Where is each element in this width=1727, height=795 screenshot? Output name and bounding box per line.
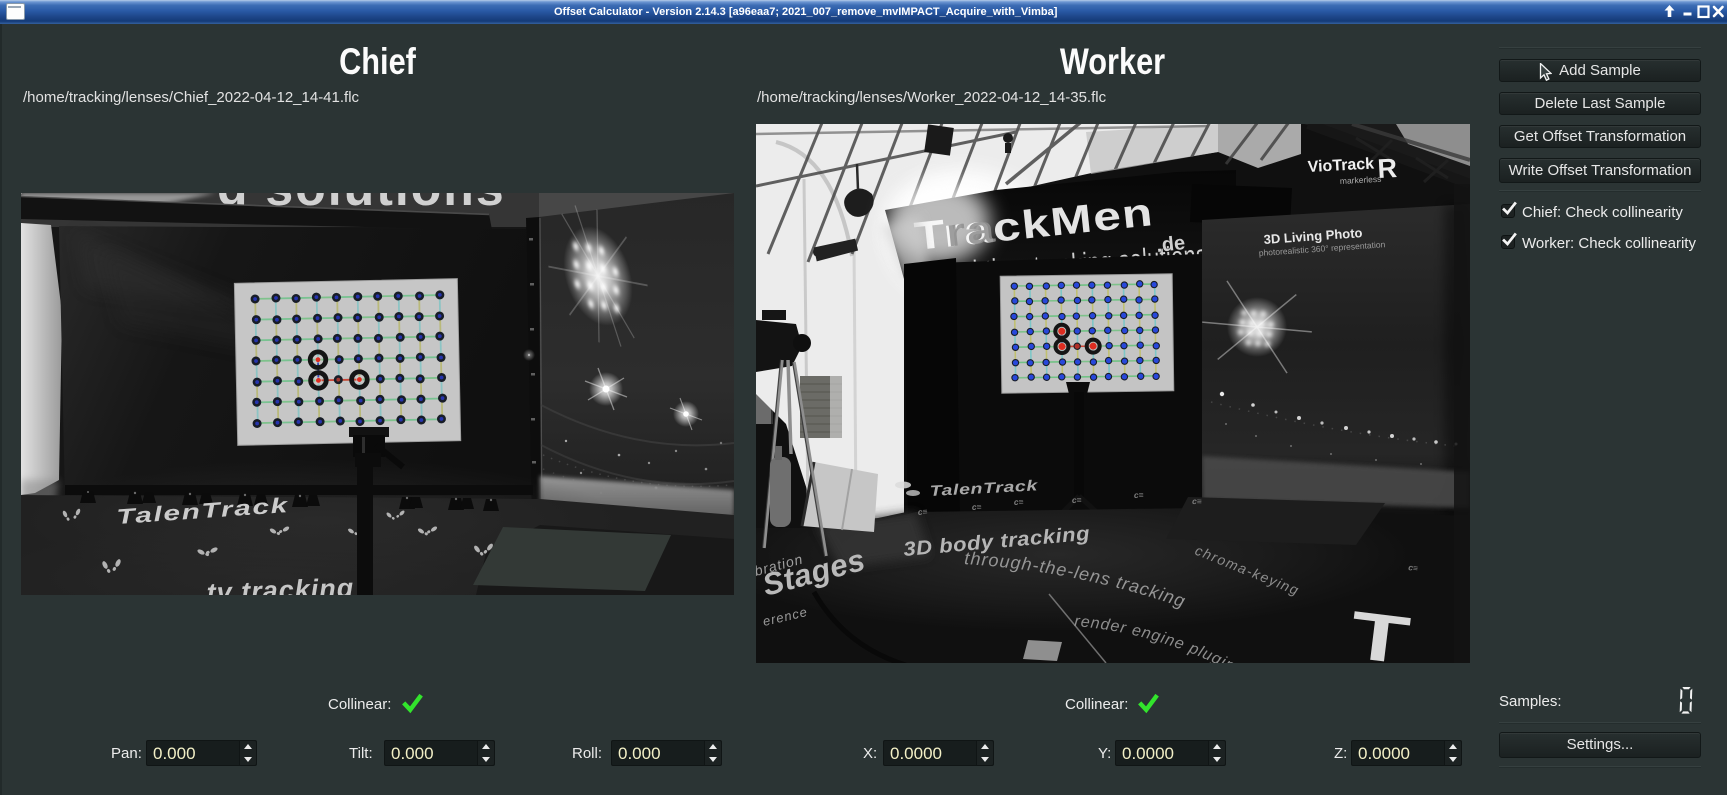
svg-text:VioTrack: VioTrack xyxy=(1307,156,1374,176)
svg-text:ra: ra xyxy=(944,206,998,256)
svg-text:c≡: c≡ xyxy=(917,506,927,517)
svg-text:c≡: c≡ xyxy=(972,502,982,512)
svg-text:c≡: c≡ xyxy=(1408,562,1419,573)
svg-text:c≡: c≡ xyxy=(1192,496,1202,506)
svg-text:T: T xyxy=(1346,597,1413,663)
svg-text:c≡: c≡ xyxy=(1134,490,1144,500)
svg-text:c≡: c≡ xyxy=(1014,497,1024,507)
svg-text:c≡: c≡ xyxy=(1072,495,1082,505)
